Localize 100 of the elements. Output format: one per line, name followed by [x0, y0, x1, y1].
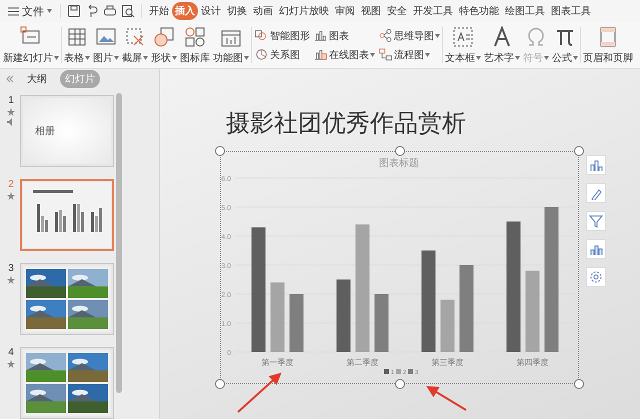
slide-number: 3	[8, 263, 14, 274]
ribbon-tab[interactable]: 视图	[358, 2, 384, 20]
resize-handle[interactable]	[395, 379, 405, 389]
chart-tool-button[interactable]	[586, 267, 606, 287]
caret-icon	[425, 52, 430, 56]
tool-icon	[378, 47, 393, 62]
category-label: 第四季度	[516, 358, 548, 367]
caret-icon	[85, 56, 90, 60]
slide-number: 1	[8, 95, 14, 106]
ribbon-tab[interactable]: 安全	[384, 2, 410, 20]
toolbar-button[interactable]: 公式	[551, 26, 579, 64]
caret-icon	[114, 56, 119, 60]
toolbar-button[interactable]: 流程图	[377, 47, 441, 62]
star-icon	[7, 276, 15, 284]
caret-icon	[435, 34, 440, 38]
menu-icon	[8, 6, 19, 16]
caret-icon	[476, 56, 481, 60]
star-icon	[7, 108, 15, 116]
toolbar-button[interactable]: 思维导图	[377, 28, 441, 43]
ribbon-tab[interactable]: 绘图工具	[502, 2, 548, 20]
chart-tool-button[interactable]	[586, 211, 606, 231]
caret-icon	[370, 52, 375, 56]
collapse-icon[interactable]	[6, 75, 14, 83]
tool-icon	[378, 28, 393, 43]
ribbon-tab[interactable]: 图表工具	[548, 2, 594, 20]
toolbar-button[interactable]: 功能图	[212, 26, 250, 64]
print-preview-icon[interactable]	[121, 4, 135, 18]
toolbar-button[interactable]: 表格	[63, 26, 91, 64]
caret-icon	[544, 56, 549, 60]
ribbon-tab[interactable]: 设计	[198, 2, 224, 20]
star-icon	[7, 360, 15, 368]
caret-icon	[54, 56, 59, 60]
toolbar-button[interactable]: 在线图表	[312, 47, 376, 62]
toolbar-button[interactable]: 截屏	[121, 26, 149, 64]
tool-icon	[254, 28, 269, 43]
settings-icon	[589, 270, 603, 284]
bar	[440, 300, 454, 352]
toolbar-button[interactable]: 新建幻灯片	[2, 26, 60, 64]
toolbar-button[interactable]: 图表	[312, 28, 376, 43]
resize-handle[interactable]	[395, 146, 405, 156]
chart-tool-button[interactable]	[586, 239, 606, 259]
ribbon-tab[interactable]: 切换	[224, 2, 250, 20]
bar	[270, 282, 284, 352]
slide-thumbnail: 相册	[23, 98, 111, 164]
tool-icon	[66, 26, 88, 48]
ribbon-tab[interactable]: 特色功能	[456, 2, 502, 20]
toolbar-button[interactable]: 关系图	[253, 47, 311, 62]
resize-handle[interactable]	[574, 146, 584, 156]
resize-handle[interactable]	[215, 146, 225, 156]
file-menu[interactable]: 文件	[4, 1, 56, 21]
caret-icon	[172, 56, 177, 60]
toolbar-button[interactable]: 图标库	[179, 26, 211, 64]
resize-handle[interactable]	[215, 379, 225, 389]
bar	[290, 294, 304, 352]
ribbon-tab[interactable]: 动画	[250, 2, 276, 20]
save-icon[interactable]	[67, 4, 81, 18]
print-icon[interactable]	[103, 4, 117, 18]
tool-icon	[491, 26, 513, 48]
category-label: 第二季度	[346, 358, 378, 367]
toolbar-button[interactable]: 页眉和页脚	[582, 26, 634, 64]
view-tab[interactable]: 大纲	[22, 70, 52, 88]
toolbar-button[interactable]: 文本框	[444, 26, 482, 64]
scrollbar[interactable]	[116, 93, 122, 393]
resize-handle[interactable]	[574, 379, 584, 389]
tool-icon	[184, 26, 206, 48]
toolbar-button[interactable]: 图片	[92, 26, 120, 64]
slide-number: 4	[8, 347, 14, 358]
caret-icon	[47, 9, 52, 13]
chart-tool-button[interactable]	[586, 155, 606, 175]
tool-icon	[254, 47, 269, 62]
chart-title: 图表标题	[379, 158, 419, 169]
bar	[374, 294, 388, 352]
toolbar-button[interactable]: 艺术字	[483, 26, 521, 64]
caret-icon	[515, 56, 520, 60]
annotation-arrow	[426, 386, 467, 411]
caret-icon	[244, 56, 249, 60]
caret-icon	[143, 56, 148, 60]
ribbon-tab[interactable]: 开发工具	[410, 2, 456, 20]
category-label: 第三季度	[432, 358, 464, 367]
toolbar-button[interactable]: 智能图形	[253, 28, 311, 43]
ribbon-tab[interactable]: 开始	[146, 2, 172, 20]
chart-tool-button[interactable]	[586, 183, 606, 203]
star-icon	[7, 192, 15, 200]
speaker-icon	[7, 118, 15, 126]
tool-icon	[95, 26, 117, 48]
toolbar-button[interactable]: 形状	[150, 26, 178, 64]
category-label: 第一季度	[262, 358, 294, 367]
filter-icon	[589, 214, 603, 228]
tool-icon	[313, 28, 328, 43]
caret-icon	[573, 56, 578, 60]
ribbon-tab[interactable]: 幻灯片放映	[276, 2, 332, 20]
tool-icon	[525, 26, 547, 48]
tool-icon	[153, 26, 175, 48]
slide-title: 摄影社团优秀作品赏析	[226, 109, 467, 139]
tool-icon	[452, 26, 474, 48]
slide-number: 2	[8, 179, 14, 190]
ribbon-tab[interactable]: 审阅	[332, 2, 358, 20]
tool-icon	[124, 26, 146, 48]
tool-icon	[313, 47, 328, 62]
annotation-arrow	[237, 372, 282, 413]
